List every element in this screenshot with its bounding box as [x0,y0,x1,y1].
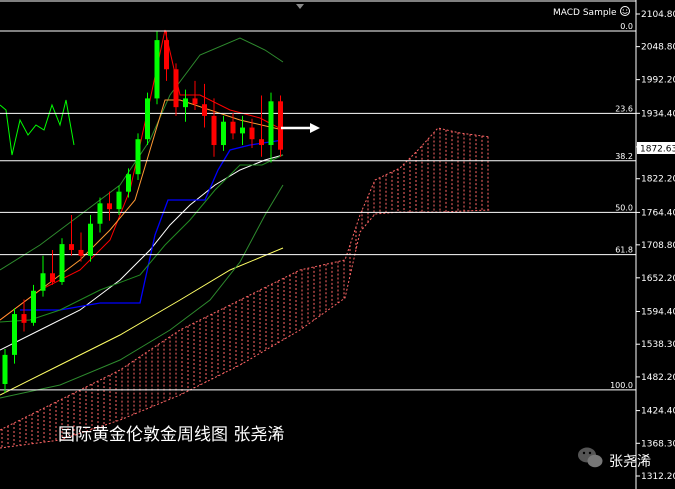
bull-candle [126,174,131,192]
price-tick-label: 1368.30 [641,439,675,449]
bull-candle [97,203,103,224]
chart-background [0,0,675,489]
bull-candle [40,273,46,291]
bull-candle [59,244,65,283]
bear-candle [164,40,169,70]
price-tick-label: 1312.20 [641,472,675,482]
bull-candle [221,121,226,146]
watermark-text: 张尧浠 [609,454,651,470]
price-chart[interactable]: MACD Sample 0.0 23.6 38.2 50.0 61.8 100.0 210… [0,0,675,489]
current-price-marker: 1872.63 [637,142,675,155]
price-tick-label: 1538.30 [641,340,675,350]
fib-label: 61.8 [615,246,633,255]
fib-label: 38.2 [615,152,633,161]
bear-candle [259,139,264,146]
bull-candle [183,98,188,108]
bull-candle [268,101,274,146]
bear-candle [230,121,236,134]
price-tick-label: 1594.40 [641,308,675,318]
bull-candle [31,290,36,323]
current-price-label: 1872.63 [640,145,675,155]
price-tick-label: 1708.80 [641,241,675,251]
price-axis: 2104.802048.801992.201934.401876.801822.… [636,10,675,482]
fib-label: 50.0 [615,203,633,212]
price-tick-label: 1424.40 [641,407,675,417]
bull-candle [116,191,122,210]
chart-caption: 国际黄金伦敦金周线图 张尧浠 [58,425,284,445]
bear-candle [202,104,207,116]
bear-candle [50,273,55,283]
bear-candle [173,69,179,108]
price-tick-label: 1652.20 [641,274,675,284]
bull-candle [135,139,141,175]
fib-label: 23.6 [615,104,633,113]
price-tick-label: 1992.20 [641,76,675,86]
price-tick-label: 1822.20 [641,175,675,185]
fib-label: 100.0 [610,381,633,390]
bull-candle [88,223,93,256]
bull-candle [145,98,150,140]
bear-candle [211,115,217,146]
bear-candle [69,244,74,250]
bull-candle [2,354,8,385]
bear-candle [78,249,84,256]
bull-candle [154,40,160,99]
price-tick-label: 2104.80 [641,10,675,20]
expert-label: MACD Sample [553,8,617,18]
bull-candle [240,127,245,134]
price-tick-label: 2048.80 [641,43,675,53]
fib-label: 0.0 [620,22,633,31]
bear-candle [278,101,283,150]
bear-candle [107,203,112,210]
price-tick-label: 1764.40 [641,208,675,218]
bear-candle [249,127,255,140]
price-tick-label: 1482.20 [641,373,675,383]
bear-candle [21,314,27,323]
bear-candle [192,98,198,105]
price-tick-label: 1934.40 [641,109,675,119]
bull-candle [12,314,17,355]
